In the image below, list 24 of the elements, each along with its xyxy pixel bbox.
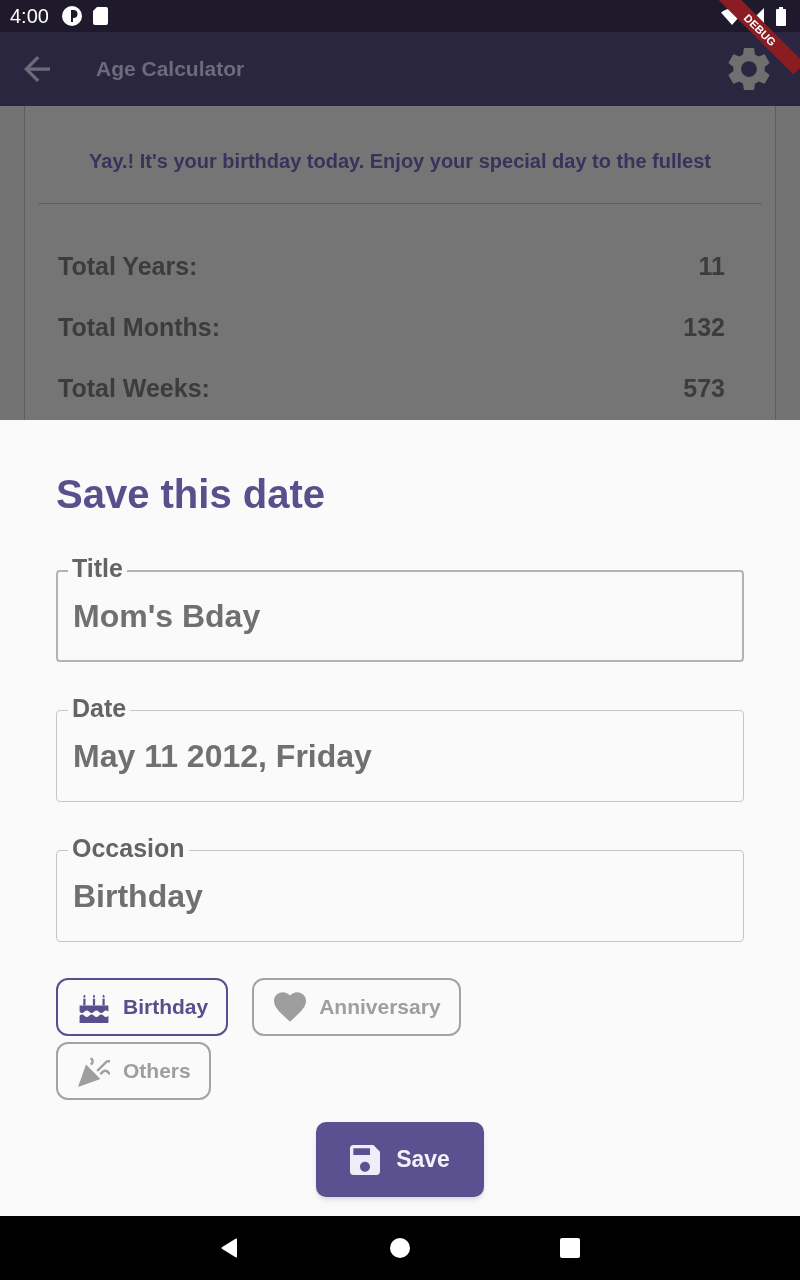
- back-arrow-icon[interactable]: [24, 56, 50, 82]
- status-time: 4:00: [10, 6, 49, 26]
- stat-value: 132: [683, 311, 725, 343]
- occasion-chip[interactable]: Anniversary: [252, 978, 461, 1036]
- heart-icon: [274, 992, 307, 1022]
- sheet-title: Save this date: [56, 471, 326, 518]
- circle-status-icon: [61, 6, 82, 26]
- party-popper-icon: [78, 1055, 110, 1087]
- stat-value: 573: [683, 372, 725, 404]
- stat-value: 11: [698, 250, 725, 282]
- stat-label: Total Months:: [58, 311, 220, 343]
- occasion-chip[interactable]: Birthday: [56, 978, 229, 1036]
- save-button[interactable]: Save: [316, 1122, 484, 1197]
- home-icon[interactable]: [389, 1238, 410, 1258]
- occasion-chip[interactable]: Others: [56, 1042, 211, 1100]
- birthday-message: Yay.! It's your birthday today. Enjoy your special day to the fullest: [88, 149, 712, 174]
- recents-icon[interactable]: [559, 1238, 580, 1258]
- battery-icon: [776, 6, 786, 26]
- settings-icon[interactable]: [728, 48, 770, 90]
- stat-label: Total Weeks:: [58, 372, 210, 404]
- app-title: Age Calculator: [96, 56, 245, 83]
- stat-label: Total Years:: [58, 250, 198, 282]
- back-icon[interactable]: [220, 1238, 237, 1258]
- sd-card-icon: [92, 7, 108, 25]
